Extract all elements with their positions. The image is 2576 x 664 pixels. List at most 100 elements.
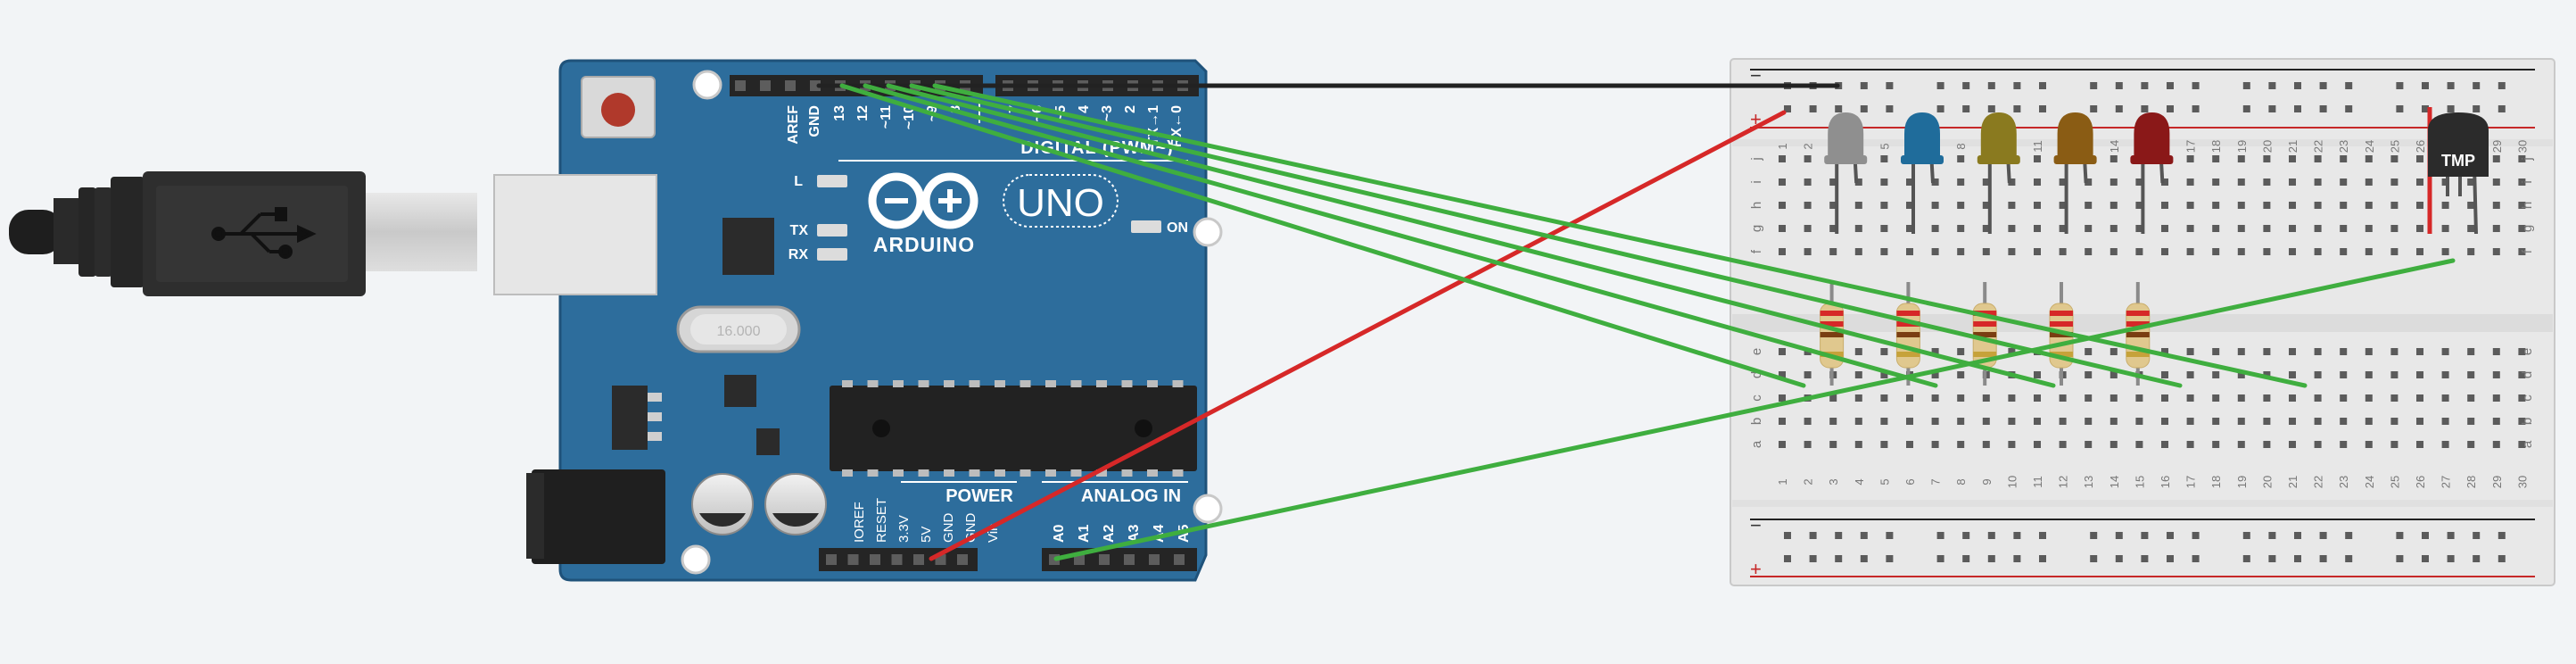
breadboard-hole[interactable]	[2314, 202, 2322, 209]
breadboard-hole[interactable]	[2422, 82, 2429, 89]
breadboard-hole[interactable]	[1835, 105, 1843, 112]
breadboard-hole[interactable]	[2263, 202, 2271, 209]
breadboard-hole[interactable]	[2059, 248, 2067, 255]
breadboard-hole[interactable]	[2242, 105, 2250, 112]
breadboard-hole[interactable]	[2013, 532, 2021, 539]
breadboard-hole[interactable]	[2237, 155, 2245, 162]
breadboard-hole[interactable]	[2498, 105, 2506, 112]
breadboard-hole[interactable]	[2492, 225, 2500, 232]
breadboard-hole[interactable]	[1854, 348, 1862, 355]
breadboard-hole[interactable]	[2390, 441, 2398, 448]
header-socket[interactable]	[1124, 554, 1135, 565]
breadboard-hole[interactable]	[1829, 418, 1837, 425]
breadboard-hole[interactable]	[2390, 394, 2398, 402]
breadboard-hole[interactable]	[1779, 155, 1786, 162]
breadboard-hole[interactable]	[2314, 178, 2322, 186]
breadboard-hole[interactable]	[2447, 555, 2455, 562]
breadboard-hole[interactable]	[2365, 348, 2373, 355]
breadboard-hole[interactable]	[1931, 394, 1939, 402]
breadboard-hole[interactable]	[2090, 82, 2098, 89]
breadboard-hole[interactable]	[2237, 441, 2245, 448]
breadboard-hole[interactable]	[2167, 105, 2174, 112]
breadboard-hole[interactable]	[2161, 202, 2168, 209]
header-socket[interactable]	[891, 554, 903, 565]
breadboard-hole[interactable]	[1779, 394, 1786, 402]
breadboard-hole[interactable]	[1987, 555, 1995, 562]
breadboard-hole[interactable]	[2034, 155, 2041, 162]
breadboard-hole[interactable]	[2340, 178, 2348, 186]
breadboard-hole[interactable]	[1982, 394, 1990, 402]
breadboard-hole[interactable]	[2447, 82, 2455, 89]
breadboard-hole[interactable]	[2396, 105, 2404, 112]
breadboard-hole[interactable]	[2498, 82, 2506, 89]
breadboard-hole[interactable]	[2441, 441, 2449, 448]
breadboard-hole[interactable]	[2365, 371, 2373, 378]
breadboard-hole[interactable]	[1936, 555, 1944, 562]
breadboard-hole[interactable]	[2263, 225, 2271, 232]
breadboard-hole[interactable]	[2365, 418, 2373, 425]
breadboard-hole[interactable]	[2492, 248, 2500, 255]
breadboard-hole[interactable]	[2186, 155, 2194, 162]
breadboard-hole[interactable]	[2268, 532, 2276, 539]
breadboard-hole[interactable]	[2467, 394, 2475, 402]
breadboard-hole[interactable]	[2314, 394, 2322, 402]
breadboard-hole[interactable]	[1880, 348, 1888, 355]
breadboard-hole[interactable]	[2263, 394, 2271, 402]
breadboard-hole[interactable]	[2365, 155, 2373, 162]
breadboard-hole[interactable]	[2034, 225, 2041, 232]
breadboard-hole[interactable]	[1854, 418, 1862, 425]
breadboard-hole[interactable]	[2141, 532, 2149, 539]
header-socket[interactable]	[957, 554, 968, 565]
breadboard-hole[interactable]	[1880, 248, 1888, 255]
breadboard-hole[interactable]	[2192, 82, 2200, 89]
breadboard-hole[interactable]	[2390, 225, 2398, 232]
breadboard-hole[interactable]	[2365, 225, 2373, 232]
breadboard-hole[interactable]	[2345, 82, 2353, 89]
breadboard-hole[interactable]	[2212, 348, 2220, 355]
breadboard-hole[interactable]	[2110, 394, 2118, 402]
breadboard-hole[interactable]	[1804, 225, 1812, 232]
breadboard-hole[interactable]	[2396, 82, 2404, 89]
breadboard-hole[interactable]	[1982, 441, 1990, 448]
breadboard-hole[interactable]	[1860, 105, 1868, 112]
header-socket[interactable]	[785, 80, 796, 91]
breadboard-hole[interactable]	[2416, 348, 2423, 355]
breadboard-hole[interactable]	[1804, 155, 1812, 162]
breadboard-hole[interactable]	[2289, 394, 2296, 402]
breadboard-hole[interactable]	[2212, 441, 2220, 448]
breadboard-hole[interactable]	[2467, 348, 2475, 355]
breadboard-hole[interactable]	[1860, 82, 1868, 89]
breadboard-hole[interactable]	[2161, 248, 2168, 255]
breadboard-hole[interactable]	[2013, 105, 2021, 112]
breadboard-hole[interactable]	[1962, 82, 1970, 89]
breadboard-hole[interactable]	[2498, 532, 2506, 539]
breadboard-hole[interactable]	[2441, 202, 2449, 209]
breadboard-hole[interactable]	[2237, 202, 2245, 209]
breadboard-hole[interactable]	[2467, 202, 2475, 209]
breadboard-hole[interactable]	[2422, 555, 2429, 562]
breadboard-hole[interactable]	[2186, 348, 2194, 355]
breadboard-hole[interactable]	[1957, 348, 1965, 355]
breadboard-hole[interactable]	[1957, 155, 1965, 162]
breadboard-hole[interactable]	[2135, 418, 2143, 425]
breadboard-hole[interactable]	[2090, 532, 2098, 539]
breadboard-hole[interactable]	[2289, 371, 2296, 378]
breadboard-hole[interactable]	[2314, 371, 2322, 378]
breadboard-hole[interactable]	[2212, 155, 2220, 162]
breadboard-hole[interactable]	[2340, 394, 2348, 402]
breadboard-hole[interactable]	[2314, 418, 2322, 425]
breadboard-hole[interactable]	[2467, 225, 2475, 232]
breadboard-hole[interactable]	[1962, 105, 1970, 112]
breadboard-hole[interactable]	[1931, 248, 1939, 255]
breadboard-hole[interactable]	[2192, 105, 2200, 112]
breadboard-hole[interactable]	[2390, 202, 2398, 209]
breadboard-hole[interactable]	[2416, 418, 2423, 425]
breadboard-hole[interactable]	[2085, 348, 2093, 355]
breadboard-hole[interactable]	[1906, 248, 1913, 255]
breadboard-hole[interactable]	[1931, 418, 1939, 425]
breadboard-hole[interactable]	[1860, 555, 1868, 562]
breadboard-hole[interactable]	[1880, 202, 1888, 209]
breadboard-hole[interactable]	[2034, 202, 2041, 209]
breadboard-hole[interactable]	[2473, 555, 2481, 562]
breadboard-hole[interactable]	[2314, 225, 2322, 232]
